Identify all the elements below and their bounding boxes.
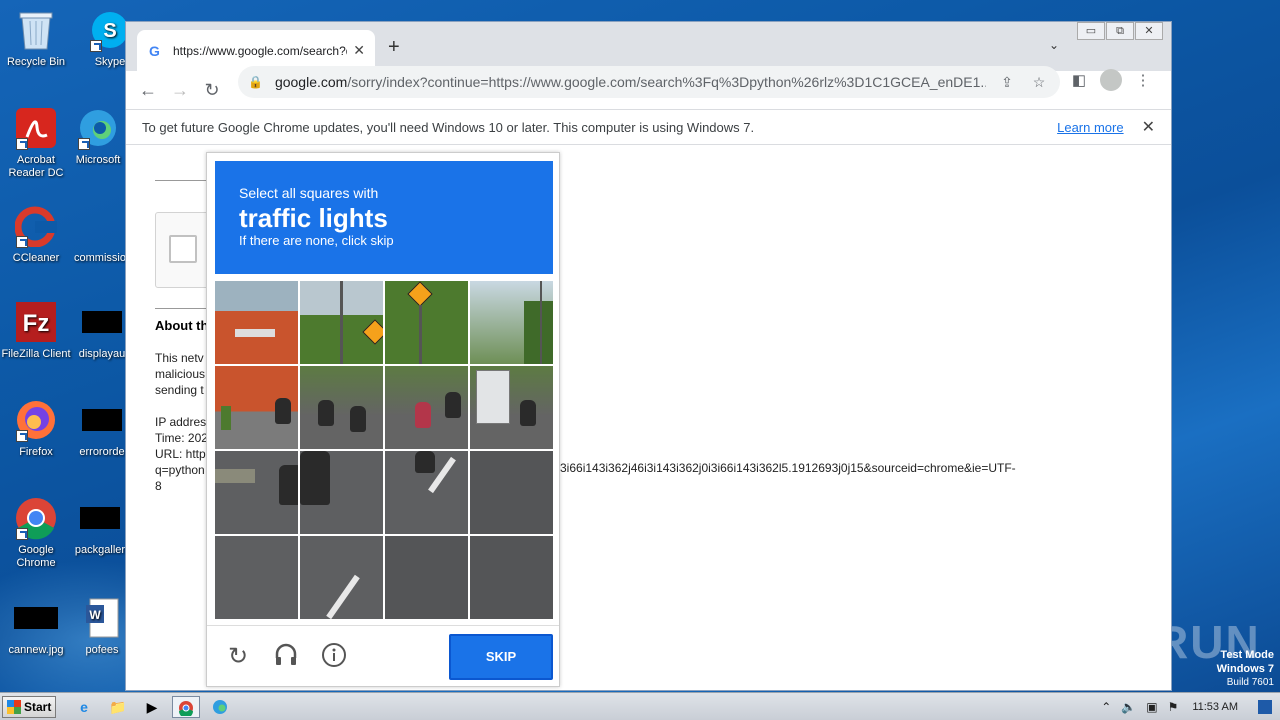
side-panel-icon[interactable]: ◧: [1063, 71, 1095, 89]
skip-button[interactable]: SKIP: [449, 634, 553, 680]
hidden-file-icon: [80, 507, 120, 529]
desktop-icon-google-chrome[interactable]: Google Chrome: [0, 496, 72, 570]
reload-challenge-icon[interactable]: ↻: [223, 642, 253, 671]
grid-tile[interactable]: [215, 536, 298, 619]
system-tray: ⌃ 🔈 ▣ ⚑ 11:53 AM: [1091, 693, 1280, 720]
tab-search-chevron-icon[interactable]: ⌄: [1049, 38, 1059, 52]
about-heading: About th: [155, 318, 209, 333]
new-tab-icon[interactable]: +: [388, 36, 400, 59]
show-desktop-icon[interactable]: [1258, 699, 1272, 714]
svg-text:Fz: Fz: [23, 310, 50, 337]
share-icon[interactable]: ⇪: [996, 74, 1018, 91]
reload-icon[interactable]: ↻: [198, 76, 226, 104]
challenge-header: Select all squares with traffic lights I…: [215, 161, 553, 274]
grid-tile[interactable]: [385, 536, 468, 619]
grid-tile[interactable]: [300, 536, 383, 619]
grid-tile[interactable]: [470, 536, 553, 619]
back-icon[interactable]: ←: [134, 76, 162, 104]
warning-sign-icon: [407, 281, 433, 307]
network-icon[interactable]: ▣: [1146, 700, 1157, 714]
close-window-button[interactable]: ✕: [1135, 22, 1163, 40]
acrobat-icon: [14, 106, 58, 150]
grid-tile[interactable]: [470, 366, 553, 449]
info-icon[interactable]: [319, 642, 349, 675]
tab-strip: G https://www.google.com/search?q= ✕ + ⌄…: [126, 22, 1171, 71]
word-doc-icon: W: [80, 596, 124, 640]
desktop-icon-ccleaner[interactable]: CCleaner: [0, 204, 72, 265]
audio-challenge-icon[interactable]: [271, 642, 301, 675]
clock[interactable]: 11:53 AM: [1192, 701, 1238, 713]
volume-icon[interactable]: 🔈: [1121, 700, 1136, 714]
minimize-button[interactable]: ▭: [1077, 22, 1105, 40]
infobar-message: To get future Google Chrome updates, you…: [142, 119, 755, 135]
maximize-button[interactable]: ⧉: [1106, 22, 1134, 40]
request-details: IP addres Time: 202 URL: http q=python 8: [155, 415, 208, 493]
infobar-close-icon[interactable]: ✕: [1142, 117, 1155, 137]
tab-google-search[interactable]: G https://www.google.com/search?q= ✕: [137, 30, 375, 71]
media-player-icon[interactable]: ▶: [138, 696, 166, 718]
desktop-icon-filezilla[interactable]: Fz FileZilla Client: [0, 300, 72, 361]
forward-icon[interactable]: →: [166, 76, 194, 104]
hidden-file-icon: [82, 409, 122, 431]
test-mode-label: Test Mode Windows 7 Build 7601: [1216, 649, 1274, 688]
grid-tile[interactable]: [215, 451, 298, 534]
svg-text:W: W: [89, 608, 101, 622]
desktop-icon-cannew[interactable]: cannew.jpg: [0, 596, 72, 657]
grid-tile[interactable]: [300, 366, 383, 449]
recaptcha-checkbox[interactable]: [169, 235, 197, 263]
info-paragraph: This netv malicious sending t: [155, 351, 206, 397]
warning-sign-icon: [362, 319, 383, 345]
desktop-icon-recycle-bin[interactable]: Recycle Bin: [0, 8, 72, 69]
grid-tile[interactable]: [385, 451, 468, 534]
challenge-target: traffic lights: [239, 203, 388, 233]
truck: [476, 370, 510, 424]
learn-more-link[interactable]: Learn more: [1057, 120, 1123, 135]
challenge-image-grid: [215, 281, 553, 619]
ccleaner-icon: [14, 204, 58, 248]
lock-icon[interactable]: 🔒: [248, 75, 263, 89]
action-center-flag-icon[interactable]: ⚑: [1168, 700, 1179, 714]
firefox-icon: [14, 398, 58, 442]
internet-explorer-icon[interactable]: e: [70, 696, 98, 718]
grid-tile[interactable]: [470, 451, 553, 534]
challenge-footer: ↻ SKIP: [207, 625, 559, 687]
profile-avatar[interactable]: [1100, 69, 1122, 91]
svg-text:S: S: [103, 20, 116, 42]
desktop-icon-edge[interactable]: Microsoft: [62, 106, 134, 167]
window-controls: ▭ ⧉ ✕: [1076, 22, 1163, 40]
address-bar[interactable]: 🔒 google.com/sorry/index?continue=https:…: [238, 66, 1060, 98]
tab-close-icon[interactable]: ✕: [353, 42, 365, 59]
grid-tile[interactable]: [385, 366, 468, 449]
url-detail-text: 3i66i143i362j46i3i143i362j0i3i66i143i362…: [560, 461, 1016, 475]
grid-tile[interactable]: [215, 281, 298, 364]
grid-tile[interactable]: [300, 451, 383, 534]
grid-tile[interactable]: [215, 366, 298, 449]
filezilla-icon: Fz: [14, 300, 58, 344]
chrome-icon: [14, 496, 58, 540]
menu-icon[interactable]: ⋮: [1127, 71, 1159, 89]
show-hidden-icons[interactable]: ⌃: [1101, 700, 1111, 714]
recaptcha-challenge: Select all squares with traffic lights I…: [206, 152, 560, 687]
hidden-file-icon: [82, 311, 122, 333]
grid-tile[interactable]: [385, 281, 468, 364]
grid-tile[interactable]: [300, 281, 383, 364]
image-file-icon: [14, 607, 58, 629]
chrome-taskbar-icon[interactable]: [172, 695, 200, 718]
toolbar-right: ◧ ⋮: [1063, 69, 1159, 91]
explorer-folder-icon[interactable]: 📁: [104, 696, 132, 718]
url-text[interactable]: google.com/sorry/index?continue=https://…: [275, 74, 986, 90]
edge-icon: [76, 106, 120, 150]
recycle-bin-icon: [14, 8, 58, 52]
start-button[interactable]: Start: [2, 695, 56, 718]
desktop-icon-firefox[interactable]: Firefox: [0, 398, 72, 459]
tab-title: https://www.google.com/search?q=: [173, 43, 348, 58]
windows-logo-icon: [7, 699, 21, 714]
update-infobar: To get future Google Chrome updates, you…: [126, 109, 1171, 145]
bookmark-star-icon[interactable]: ☆: [1028, 74, 1050, 91]
taskbar: Start e 📁 ▶ ⌃ 🔈 ▣ ⚑ 11:53 AM: [0, 692, 1280, 720]
grid-tile[interactable]: [470, 281, 553, 364]
google-favicon-icon: G: [149, 42, 160, 59]
edge-taskbar-icon[interactable]: [206, 696, 234, 718]
